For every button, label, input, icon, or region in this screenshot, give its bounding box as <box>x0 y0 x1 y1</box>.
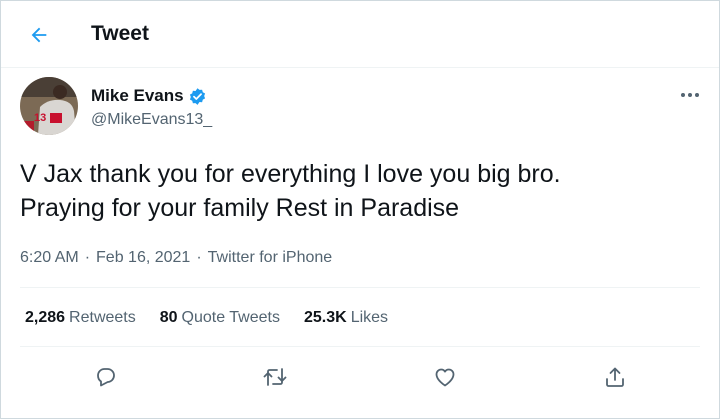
tweet-view: Tweet 13 Mike Evans @MikeEvans13_ V Jax … <box>0 0 720 419</box>
likes-label: Likes <box>350 309 389 326</box>
tweet-text-line: V Jax thank you for everything I love yo… <box>20 160 561 188</box>
tweet-meta: 6:20 AM · Feb 16, 2021 · Twitter for iPh… <box>20 248 332 268</box>
avatar[interactable]: 13 <box>20 77 78 135</box>
retweets-label: Retweets <box>69 309 136 326</box>
retweets-stat[interactable]: 2,286 Retweets <box>25 308 136 328</box>
divider <box>20 346 700 347</box>
tweet-source[interactable]: Twitter for iPhone <box>208 248 333 268</box>
quote-tweets-stat[interactable]: 80 Quote Tweets <box>160 308 280 328</box>
arrow-left-icon <box>28 24 50 46</box>
retweet-icon <box>262 365 288 389</box>
header: Tweet <box>1 1 719 68</box>
quote-tweets-label: Quote Tweets <box>181 309 280 326</box>
author-name[interactable]: Mike Evans <box>91 85 184 107</box>
retweets-count: 2,286 <box>25 309 66 326</box>
author-name-row: Mike Evans <box>91 85 207 107</box>
tweet-time[interactable]: 6:20 AM <box>20 248 79 268</box>
tweet-text-line: Praying for your family Rest in Paradise <box>20 194 460 222</box>
more-options-button[interactable] <box>673 83 707 107</box>
divider <box>20 287 700 288</box>
likes-stat[interactable]: 25.3K Likes <box>304 308 388 328</box>
back-button[interactable] <box>21 19 57 51</box>
share-icon <box>603 365 627 389</box>
likes-count: 25.3K <box>303 309 347 326</box>
tweet-date[interactable]: Feb 16, 2021 <box>96 248 190 268</box>
more-dots-icon <box>680 92 700 98</box>
share-button[interactable] <box>599 361 631 393</box>
svg-text:13: 13 <box>34 112 46 124</box>
reply-button[interactable] <box>90 361 122 393</box>
tweet-stats: 2,286 Retweets 80 Quote Tweets 25.3K Likes <box>25 308 412 328</box>
retweet-button[interactable] <box>259 361 291 393</box>
tweet-text: V Jax thank you for everything I love yo… <box>20 157 700 225</box>
meta-separator: · <box>196 249 202 266</box>
like-icon <box>433 365 457 389</box>
meta-separator: · <box>84 249 91 266</box>
page-title: Tweet <box>91 22 149 45</box>
author-handle[interactable]: @MikeEvans13_ <box>91 110 212 130</box>
reply-icon <box>94 365 118 389</box>
like-button[interactable] <box>429 361 461 393</box>
quote-tweets-count: 80 <box>159 309 178 326</box>
verified-badge-icon <box>188 87 207 106</box>
